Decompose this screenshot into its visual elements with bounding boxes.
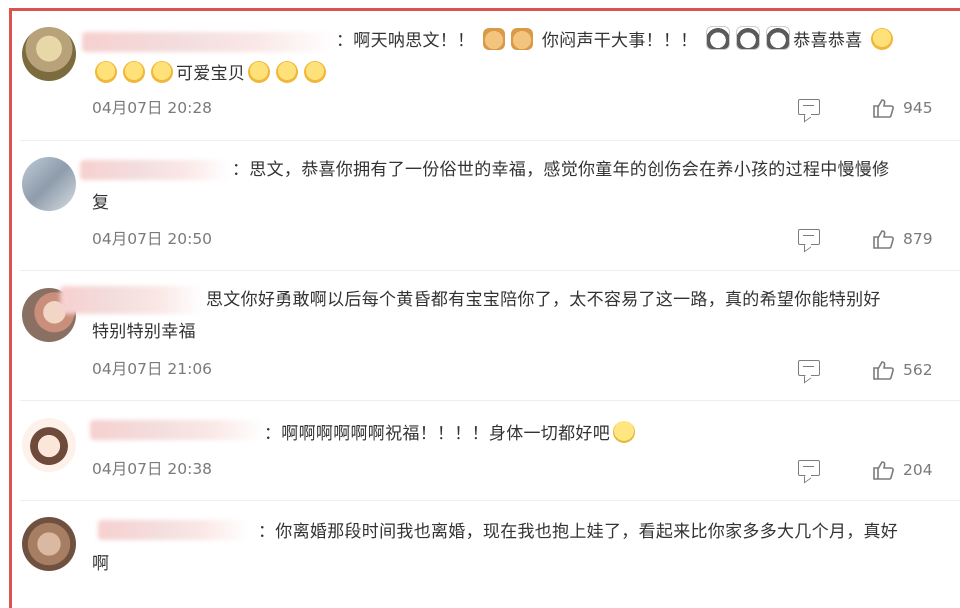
timestamp: 04月07日 20:38 [92, 460, 213, 478]
avatar[interactable] [22, 517, 76, 571]
divider [20, 400, 960, 401]
like-count: 879 [903, 230, 933, 248]
pray-emoji-icon [151, 61, 173, 83]
pray-emoji-icon [304, 61, 327, 83]
avatar[interactable] [22, 157, 76, 211]
comment-icon[interactable] [798, 460, 820, 476]
timestamp: 04月07日 20:50 [92, 230, 213, 248]
thumbs-up-icon [873, 230, 894, 249]
comment-text-line2: 可爱宝贝 [92, 58, 329, 91]
comment-text: ：你离婚那段时间我也离婚，现在我也抱上娃了，看起来比你家多多大几个月，真好 [258, 522, 899, 542]
comment-icon[interactable] [798, 360, 820, 376]
timestamp: 04月07日 21:06 [92, 360, 213, 378]
like-count: 204 [903, 461, 933, 479]
comment-text: ：啊啊啊啊啊啊祝福！！！！身体一切都好吧 [264, 418, 638, 451]
divider [20, 140, 960, 141]
username-blurred[interactable] [98, 520, 248, 540]
comment-icon[interactable] [798, 229, 820, 245]
divider [20, 500, 960, 501]
username-blurred[interactable] [90, 420, 264, 440]
pray-emoji-icon [95, 61, 117, 83]
smile-emoji-icon [613, 421, 635, 443]
pray-emoji-icon [276, 61, 299, 83]
dog-emoji-icon [483, 28, 506, 50]
like-count: 945 [903, 99, 933, 117]
username-blurred[interactable] [82, 32, 334, 52]
dog-emoji-icon [511, 28, 534, 50]
like-button[interactable]: 562 [873, 360, 933, 380]
cow-emoji-icon [766, 26, 791, 50]
divider [20, 270, 960, 271]
avatar[interactable] [22, 27, 76, 81]
like-button[interactable]: 204 [873, 460, 933, 480]
pray-emoji-icon [123, 61, 145, 83]
cow-emoji-icon [736, 26, 761, 50]
pray-emoji-icon [871, 28, 894, 50]
thumbs-up-icon [873, 361, 894, 380]
timestamp: 04月07日 20:28 [92, 99, 213, 117]
username-blurred[interactable] [80, 160, 230, 180]
thumbs-up-icon [873, 461, 894, 480]
comment-text: ：思文，恭喜你拥有了一份俗世的幸福，感觉你童年的创伤会在养小孩的过程中慢慢修 [232, 160, 890, 180]
comment-icon[interactable] [798, 99, 820, 115]
cow-emoji-icon [706, 26, 731, 50]
comment-text: 思文你好勇敢啊以后每个黄昏都有宝宝陪你了，太不容易了这一路，真的希望你能特别好 [206, 290, 881, 310]
pray-emoji-icon [248, 61, 271, 83]
like-button[interactable]: 879 [873, 229, 933, 249]
like-button[interactable]: 945 [873, 98, 933, 118]
avatar[interactable] [22, 418, 76, 472]
comment-text: ：啊天呐思文！！ 你闷声干大事！！！ 恭喜恭喜 [336, 25, 896, 58]
username-blurred[interactable] [60, 286, 202, 314]
comment-text-line2: 啊 [92, 554, 110, 574]
thumbs-up-icon [873, 99, 894, 118]
comment-text-line2: 特别特别幸福 [92, 322, 196, 342]
like-count: 562 [903, 361, 933, 379]
comment-text-line2: 复 [92, 193, 110, 213]
